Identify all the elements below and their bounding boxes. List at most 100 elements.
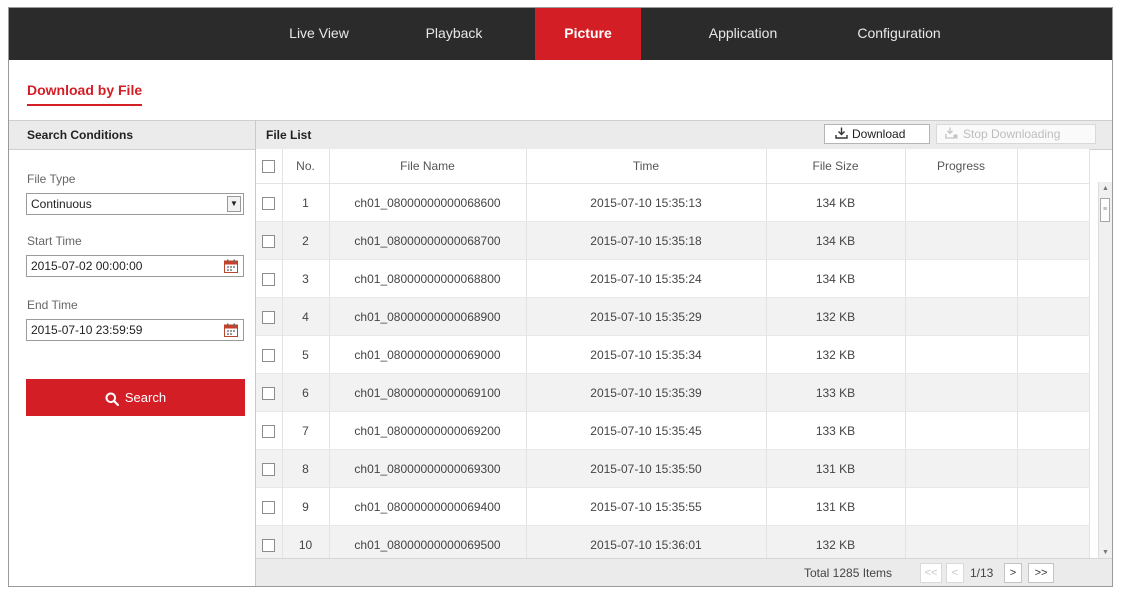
nav-live-view[interactable]: Live View	[269, 8, 369, 60]
row-checkbox[interactable]	[262, 538, 276, 552]
download-icon	[835, 127, 848, 139]
start-time-field[interactable]: 2015-07-02 00:00:00	[26, 255, 244, 277]
nav-application[interactable]: Application	[691, 8, 795, 60]
start-time-label: Start Time	[27, 234, 82, 248]
file-table: No. File Name Time File Size Progress 1c…	[256, 149, 1090, 586]
end-time-value: 2015-07-10 23:59:59	[31, 323, 143, 337]
row-checkbox[interactable]	[262, 272, 276, 286]
scrollbar[interactable]: ▲ ≡ ▼	[1098, 182, 1112, 559]
total-items: Total 1285 Items	[804, 566, 893, 580]
search-button-label: Search	[124, 390, 167, 405]
row-time: 2015-07-10 15:35:24	[526, 259, 767, 298]
scroll-thumb[interactable]: ≡	[1100, 198, 1110, 222]
row-checkbox[interactable]	[262, 386, 276, 400]
last-page-button[interactable]: >>	[1028, 563, 1054, 583]
table-row[interactable]: 9 ch01_08000000000069400 2015-07-10 15:35:…	[256, 487, 1090, 526]
download-button-label: Download	[852, 127, 906, 141]
end-time-field[interactable]: 2015-07-10 23:59:59	[26, 319, 244, 341]
stop-download-icon	[945, 127, 958, 139]
row-file-size: 134 KB	[766, 259, 906, 298]
search-panel: Search Conditions File Type Continuous ▼…	[9, 120, 256, 586]
row-extra	[1017, 411, 1090, 450]
search-icon	[105, 392, 119, 406]
row-checkbox[interactable]	[262, 500, 276, 514]
next-page-button[interactable]: >	[1004, 563, 1022, 583]
row-extra	[1017, 373, 1090, 412]
nav-picture[interactable]: Picture	[535, 8, 641, 60]
row-time: 2015-07-10 15:35:39	[526, 373, 767, 412]
table-row[interactable]: 6 ch01_08000000000069100 2015-07-10 15:35:…	[256, 373, 1090, 412]
row-file-name: ch01_08000000000069200	[329, 411, 527, 450]
row-file-size: 134 KB	[766, 221, 906, 260]
first-page-button[interactable]: <<	[920, 563, 942, 583]
row-file-name: ch01_08000000000068900	[329, 297, 527, 336]
row-file-name: ch01_08000000000069400	[329, 487, 527, 526]
row-time: 2015-07-10 15:35:55	[526, 487, 767, 526]
row-checkbox[interactable]	[262, 424, 276, 438]
row-no: 8	[282, 449, 330, 488]
table-row[interactable]: 5 ch01_08000000000069000 2015-07-10 15:35:…	[256, 335, 1090, 374]
prev-page-button[interactable]: <	[946, 563, 964, 583]
nav-playback[interactable]: Playback	[404, 8, 504, 60]
row-file-size: 133 KB	[766, 373, 906, 412]
file-list-header: File List Download Stop Downloading	[256, 120, 1112, 150]
dropdown-arrow-icon[interactable]: ▼	[227, 196, 241, 212]
row-time: 2015-07-10 15:35:50	[526, 449, 767, 488]
row-extra	[1017, 183, 1090, 222]
column-header-time: Time	[526, 149, 767, 184]
row-time: 2015-07-10 15:35:29	[526, 297, 767, 336]
table-row[interactable]: 7 ch01_08000000000069200 2015-07-10 15:35:…	[256, 411, 1090, 450]
row-progress	[905, 221, 1018, 260]
row-no: 1	[282, 183, 330, 222]
row-file-size: 133 KB	[766, 411, 906, 450]
row-time: 2015-07-10 15:35:13	[526, 183, 767, 222]
row-checkbox-cell	[256, 487, 283, 526]
row-extra	[1017, 449, 1090, 488]
table-row[interactable]: 4 ch01_08000000000068900 2015-07-10 15:35:…	[256, 297, 1090, 336]
download-button[interactable]: Download	[824, 124, 930, 144]
table-row[interactable]: 8 ch01_08000000000069300 2015-07-10 15:35:…	[256, 449, 1090, 488]
end-time-label: End Time	[27, 298, 78, 312]
tab-download-by-file[interactable]: Download by File	[27, 82, 143, 106]
row-no: 6	[282, 373, 330, 412]
table-row[interactable]: 1 ch01_08000000000068600 2015-07-10 15:35:…	[256, 183, 1090, 222]
row-checkbox[interactable]	[262, 196, 276, 210]
row-checkbox[interactable]	[262, 348, 276, 362]
row-no: 3	[282, 259, 330, 298]
row-no: 2	[282, 221, 330, 260]
row-checkbox[interactable]	[262, 310, 276, 324]
row-extra	[1017, 221, 1090, 260]
file-type-value: Continuous	[31, 197, 92, 211]
table-row[interactable]: 2 ch01_08000000000068700 2015-07-10 15:35:…	[256, 221, 1090, 260]
search-button[interactable]: Search	[26, 379, 245, 416]
file-list-title: File List	[266, 128, 312, 142]
row-extra	[1017, 487, 1090, 526]
row-no: 5	[282, 335, 330, 374]
row-checkbox[interactable]	[262, 462, 276, 476]
row-checkbox-cell	[256, 373, 283, 412]
stop-downloading-button[interactable]: Stop Downloading	[936, 124, 1096, 144]
row-file-name: ch01_08000000000069100	[329, 373, 527, 412]
row-no: 7	[282, 411, 330, 450]
row-file-size: 132 KB	[766, 335, 906, 374]
select-all-checkbox[interactable]	[262, 160, 276, 174]
calendar-icon[interactable]	[224, 259, 238, 273]
row-file-name: ch01_08000000000068800	[329, 259, 527, 298]
start-time-value: 2015-07-02 00:00:00	[31, 259, 143, 273]
table-row[interactable]: 3 ch01_08000000000068800 2015-07-10 15:35:…	[256, 259, 1090, 298]
row-checkbox-cell	[256, 411, 283, 450]
search-panel-title: Search Conditions	[9, 120, 255, 150]
row-progress	[905, 373, 1018, 412]
scroll-up-arrow-icon[interactable]: ▲	[1099, 182, 1112, 195]
calendar-icon[interactable]	[224, 323, 238, 337]
row-progress	[905, 259, 1018, 298]
row-checkbox[interactable]	[262, 234, 276, 248]
row-checkbox-cell	[256, 335, 283, 374]
row-file-name: ch01_08000000000068600	[329, 183, 527, 222]
nav-configuration[interactable]: Configuration	[839, 8, 959, 60]
row-progress	[905, 183, 1018, 222]
file-type-select[interactable]: Continuous ▼	[26, 193, 244, 215]
table-header-row: No. File Name Time File Size Progress	[256, 149, 1090, 184]
row-extra	[1017, 335, 1090, 374]
select-all-cell	[256, 149, 283, 184]
